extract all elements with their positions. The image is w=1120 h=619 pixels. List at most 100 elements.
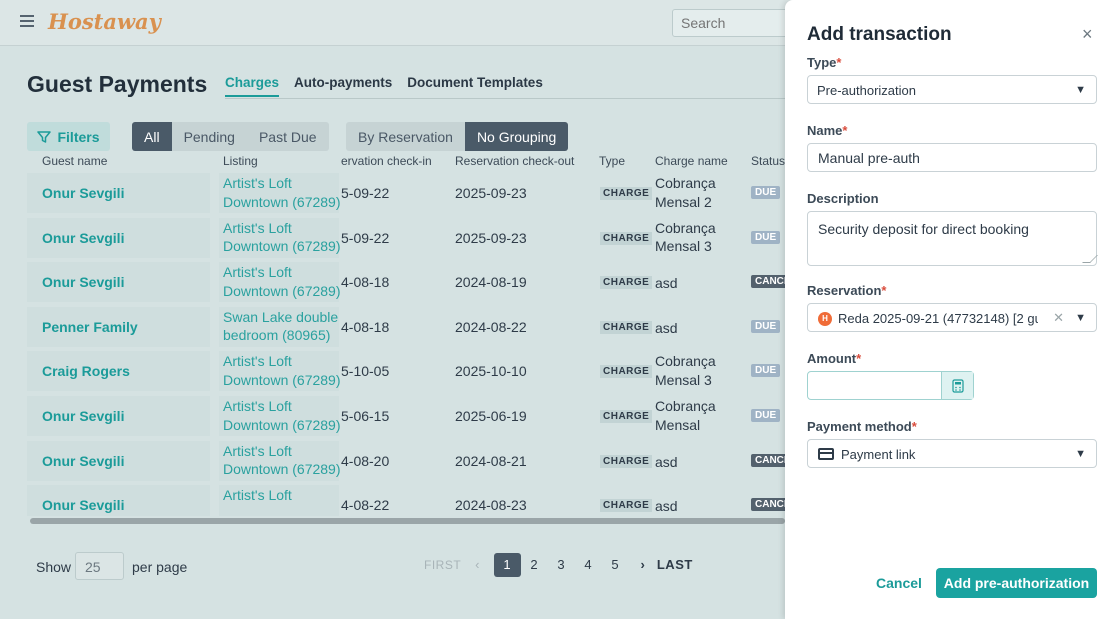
checkout-date: 2024-08-21 bbox=[455, 452, 527, 469]
guest-name[interactable]: Onur Sevgili bbox=[27, 485, 210, 516]
amount-input[interactable] bbox=[807, 371, 974, 400]
reservation-select-value: Reda 2025-09-21 (47732148) [2 gues bbox=[838, 311, 1038, 326]
column-header-listing[interactable]: Listing bbox=[223, 154, 258, 168]
type-badge: CHARGE bbox=[600, 187, 653, 200]
type-select-value: Pre-authorization bbox=[817, 83, 916, 98]
name-label: Name* bbox=[807, 123, 848, 138]
listing-link[interactable]: Artist's Loft Downtown (67289) bbox=[219, 396, 341, 436]
table-row[interactable]: Onur Sevgili Artist's Loft Downtown (67289… bbox=[0, 396, 785, 441]
guest-name[interactable]: Craig Rogers bbox=[27, 351, 210, 392]
listing-link[interactable]: Artist's Loft Downtown (67289) bbox=[219, 217, 341, 258]
grouping-by-reservation[interactable]: By Reservation bbox=[346, 122, 465, 151]
status-filter-past-due[interactable]: Past Due bbox=[246, 122, 329, 151]
show-label: Show bbox=[36, 559, 72, 575]
search-input[interactable] bbox=[672, 9, 802, 37]
table-row[interactable]: Onur Sevgili Artist's Loft 4-08-22 2024-08-… bbox=[0, 485, 785, 516]
name-input[interactable]: Manual pre-auth bbox=[807, 143, 1097, 172]
status-badge: DUE bbox=[751, 230, 781, 244]
close-icon[interactable]: × bbox=[1082, 24, 1093, 45]
status-badge: DUE bbox=[751, 186, 781, 199]
column-header-charge-name[interactable]: Charge name bbox=[655, 154, 728, 168]
grouping-no-grouping[interactable]: No Grouping bbox=[464, 122, 569, 151]
cancel-button[interactable]: Cancel bbox=[876, 575, 922, 591]
menu-icon[interactable] bbox=[20, 15, 34, 27]
type-badge: CHARGE bbox=[600, 365, 653, 379]
description-textarea[interactable]: Security deposit for direct booking bbox=[807, 211, 1098, 266]
page-button-2[interactable]: 2 bbox=[521, 557, 548, 572]
clear-icon[interactable]: ✕ bbox=[1053, 310, 1064, 326]
listing-line-2: Downtown (67289) bbox=[223, 238, 341, 255]
checkout-date: 2025-06-19 bbox=[455, 408, 527, 424]
charge-name-line-2: Mensal 3 bbox=[655, 371, 712, 388]
listing-line-2: Downtown (67289) bbox=[223, 461, 341, 478]
resize-handle-icon[interactable] bbox=[1082, 255, 1098, 263]
type-badge: CHARGE bbox=[600, 410, 653, 423]
checkin-date: 5-09-22 bbox=[341, 185, 390, 201]
prev-page-icon[interactable]: ‹ bbox=[475, 557, 479, 572]
charge-name-line-2: Mensal bbox=[655, 416, 701, 433]
channel-icon: H bbox=[818, 312, 832, 326]
calculator-icon[interactable] bbox=[941, 372, 973, 399]
description-label: Description bbox=[807, 191, 879, 206]
tab-document-templates[interactable]: Document Templates bbox=[407, 75, 543, 97]
tab-auto-payments[interactable]: Auto-payments bbox=[294, 75, 392, 97]
charge-name: Cobrança Mensal 2 bbox=[655, 174, 716, 211]
page-button-3[interactable]: 3 bbox=[548, 557, 575, 572]
status-filter-pending[interactable]: Pending bbox=[171, 122, 247, 151]
payment-method-select[interactable]: Payment link ▼ bbox=[807, 439, 1097, 468]
tab-charges[interactable]: Charges bbox=[225, 75, 280, 97]
type-badge: CHARGE bbox=[600, 499, 653, 513]
type-select[interactable]: Pre-authorization ▼ bbox=[807, 75, 1097, 104]
per-page-select[interactable]: 25 bbox=[75, 552, 124, 580]
table-row[interactable]: Craig Rogers Artist's Loft Downtown (67289… bbox=[0, 351, 785, 396]
add-transaction-drawer: Add transaction × Type* Pre-authorizatio… bbox=[785, 0, 1120, 619]
status-filter-all[interactable]: All bbox=[132, 122, 172, 151]
table-row[interactable]: Onur Sevgili Artist's Loft Downtown (67289… bbox=[0, 262, 785, 307]
drawer-title: Add transaction bbox=[807, 24, 952, 45]
reservation-select[interactable]: H Reda 2025-09-21 (47732148) [2 gues ✕ ▼ bbox=[807, 303, 1097, 332]
checkin-date: 4-08-20 bbox=[341, 452, 390, 469]
listing-line-2: Downtown (67289) bbox=[223, 371, 341, 388]
checkout-date: 2025-09-23 bbox=[455, 229, 527, 246]
page-button-1[interactable]: 1 bbox=[493, 552, 521, 577]
first-page-button[interactable]: FIRST bbox=[424, 558, 461, 572]
horizontal-scrollbar[interactable] bbox=[30, 518, 785, 524]
column-header-checkin[interactable]: ervation check-in bbox=[341, 154, 432, 168]
filters-button[interactable]: Filters bbox=[27, 122, 110, 151]
page-button-4[interactable]: 4 bbox=[575, 557, 602, 572]
checkin-date: 5-09-22 bbox=[341, 229, 390, 246]
guest-name[interactable]: Onur Sevgili bbox=[27, 440, 210, 481]
listing-link[interactable]: Swan Lake double bedroom (80965) bbox=[219, 306, 339, 347]
charge-name: Cobrança Mensal 3 bbox=[655, 352, 716, 389]
checkout-date: 2025-09-23 bbox=[455, 185, 527, 201]
guest-name[interactable]: Onur Sevgili bbox=[27, 173, 210, 213]
listing-link[interactable]: Artist's Loft Downtown (67289) bbox=[219, 351, 341, 392]
table-row[interactable]: Onur Sevgili Artist's Loft Downtown (67289… bbox=[0, 217, 785, 263]
listing-link[interactable]: Artist's Loft bbox=[219, 485, 339, 516]
last-page-button[interactable]: LAST bbox=[657, 557, 693, 572]
table-row[interactable]: Onur Sevgili Artist's Loft Downtown (67289… bbox=[0, 173, 785, 218]
status-badge: CANCE bbox=[751, 275, 785, 289]
listing-link[interactable]: Artist's Loft Downtown (67289) bbox=[219, 262, 341, 303]
guest-name[interactable]: Penner Family bbox=[27, 306, 210, 347]
guest-name[interactable]: Onur Sevgili bbox=[27, 262, 210, 303]
column-header-checkout[interactable]: Reservation check-out bbox=[455, 154, 574, 168]
column-header-status[interactable]: Status bbox=[751, 154, 785, 168]
column-header-type[interactable]: Type bbox=[599, 154, 625, 168]
column-header-guest[interactable]: Guest name bbox=[42, 154, 107, 168]
listing-line-2: bedroom (80965) bbox=[223, 327, 331, 344]
listing-link[interactable]: Artist's Loft Downtown (67289) bbox=[219, 173, 341, 213]
app-logo[interactable]: Hostaway bbox=[48, 9, 161, 34]
table-row[interactable]: Onur Sevgili Artist's Loft Downtown (67289… bbox=[0, 440, 785, 486]
next-page-icon[interactable]: › bbox=[641, 557, 645, 572]
page-button-5[interactable]: 5 bbox=[602, 557, 629, 572]
guest-name[interactable]: Onur Sevgili bbox=[27, 396, 210, 436]
add-pre-authorization-button[interactable]: Add pre-authorization bbox=[936, 568, 1097, 598]
guest-name[interactable]: Onur Sevgili bbox=[27, 217, 210, 258]
table-row[interactable]: Penner Family Swan Lake double bedroom (80… bbox=[0, 306, 785, 352]
listing-link[interactable]: Artist's Loft Downtown (67289) bbox=[219, 440, 341, 481]
charge-name: Cobrança Mensal bbox=[655, 397, 716, 434]
listing-line-2: Downtown (67289) bbox=[223, 416, 341, 433]
checkout-date: 2024-08-23 bbox=[455, 497, 527, 514]
type-badge: CHARGE bbox=[600, 454, 653, 468]
